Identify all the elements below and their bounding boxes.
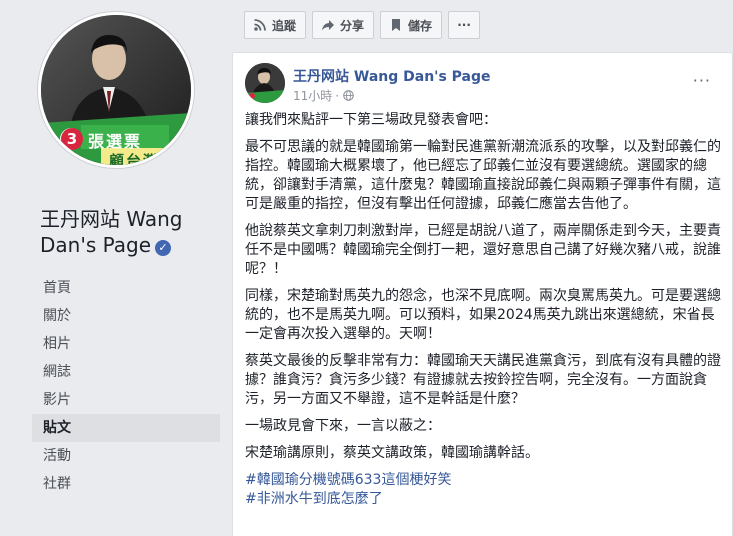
profile-banner-line2: 顧台灣 bbox=[109, 152, 161, 168]
nav-item-about[interactable]: 關於 bbox=[32, 302, 220, 330]
nav-item-community[interactable]: 社群 bbox=[32, 470, 220, 498]
hashtag-link[interactable]: #韓國瑜分機號碼633這個梗好笑 bbox=[245, 471, 721, 490]
profile-banner-line1: 張選票 bbox=[88, 132, 143, 151]
page-title-line2: Dan's Page bbox=[40, 233, 152, 257]
post-paragraph: 最不可思議的就是韓國瑜第一輪對民進黨新潮流派系的攻擊，以及對邱義仁的指控。韓國瑜… bbox=[245, 139, 721, 212]
post-paragraph: 同樣，宋楚瑜對馬英九的怨念，也深不見底啊。兩次臭罵馬英九。可是要選總統的，也不是… bbox=[245, 288, 721, 342]
page-action-bar: 追蹤 分享 儲存 ··· bbox=[244, 11, 481, 39]
left-column: 3 張選票 顧台灣 王丹网站 Wang Dan's Page ✓ 首頁 關於 相片… bbox=[0, 0, 230, 536]
post-paragraph: 一場政見會下來，一言以蔽之： bbox=[245, 418, 441, 434]
post-timestamp[interactable]: 11小時 bbox=[293, 87, 332, 104]
profile-picture[interactable]: 3 張選票 顧台灣 bbox=[38, 12, 194, 168]
post-paragraph: 蔡英文最後的反擊非常有力：韓國瑜天天講民進黨貪污，到底有沒有具體的證據？誰貪污？… bbox=[245, 353, 721, 407]
rss-icon bbox=[253, 18, 267, 32]
post-header: 王丹网站 Wang Dan's Page 11小時 · ··· bbox=[245, 63, 715, 105]
share-arrow-icon bbox=[321, 18, 335, 32]
hashtag-link[interactable]: #非洲水牛到底怎麼了 bbox=[245, 490, 721, 509]
post-card: 王丹网站 Wang Dan's Page 11小時 · ··· 讓我們來點評一下… bbox=[232, 52, 733, 536]
meta-separator: · bbox=[335, 88, 340, 103]
more-button[interactable]: ··· bbox=[448, 11, 481, 39]
follow-button[interactable]: 追蹤 bbox=[244, 11, 307, 39]
nav-item-photos[interactable]: 相片 bbox=[32, 330, 220, 358]
globe-icon[interactable] bbox=[343, 90, 354, 101]
nav-item-notes[interactable]: 網誌 bbox=[32, 358, 220, 386]
nav-item-posts[interactable]: 貼文 bbox=[32, 414, 220, 442]
post-author-link[interactable]: 王丹网站 Wang Dan's Page bbox=[293, 66, 491, 86]
bookmark-icon bbox=[389, 18, 403, 32]
page-title[interactable]: 王丹网站 Wang Dan's Page ✓ bbox=[40, 206, 220, 258]
author-avatar[interactable] bbox=[245, 63, 285, 103]
page-title-line1: 王丹网站 Wang bbox=[40, 207, 183, 231]
save-button[interactable]: 儲存 bbox=[380, 11, 443, 39]
nav-item-events[interactable]: 活動 bbox=[32, 442, 220, 470]
nav-item-videos[interactable]: 影片 bbox=[32, 386, 220, 414]
post-paragraph: 讓我們來點評一下第三場政見發表會吧： bbox=[245, 112, 497, 128]
nav-item-home[interactable]: 首頁 bbox=[32, 274, 220, 302]
more-icon: ··· bbox=[457, 18, 471, 32]
share-label: 分享 bbox=[340, 18, 365, 33]
post-paragraph: 宋楚瑜講原則，蔡英文講政策，韓國瑜講幹話。 bbox=[245, 445, 539, 461]
post-meta: 11小時 · bbox=[293, 87, 354, 104]
follow-label: 追蹤 bbox=[272, 18, 297, 33]
share-button[interactable]: 分享 bbox=[312, 11, 375, 39]
post-paragraph: 他說蔡英文拿刺刀刺激對岸，已經是胡說八道了，兩岸關係走到今天，主要責任不是中國嗎… bbox=[245, 223, 721, 277]
post-options-icon[interactable]: ··· bbox=[693, 73, 711, 89]
profile-badge-number: 3 bbox=[61, 128, 83, 150]
save-label: 儲存 bbox=[408, 18, 433, 33]
post-body: 讓我們來點評一下第三場政見發表會吧： 最不可思議的就是韓國瑜第一輪對民進黨新潮流… bbox=[245, 111, 721, 509]
page-nav: 首頁 關於 相片 網誌 影片 貼文 活動 社群 bbox=[32, 274, 220, 498]
verified-badge-icon: ✓ bbox=[155, 240, 172, 256]
